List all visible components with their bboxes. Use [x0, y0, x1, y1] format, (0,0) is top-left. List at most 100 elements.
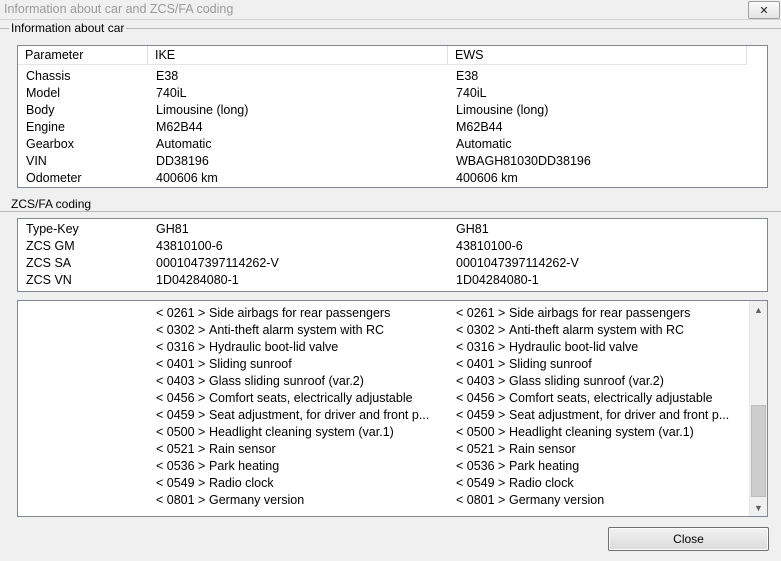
option-item-ews: < 0500 > Headlight cleaning system (var.1…: [456, 424, 694, 441]
zcs-cell: GH81: [156, 222, 189, 236]
option-description: Germany version: [209, 493, 305, 507]
option-item-ike: < 0521 > Rain sensor: [156, 441, 276, 458]
option-description: Sliding sunroof: [209, 357, 292, 371]
option-code: < 0302 >: [456, 323, 506, 337]
option-description: Anti-theft alarm system with RC: [209, 323, 385, 337]
car-info-panel: Parameter IKE EWS Chassis E38 E38 Model 740i…: [17, 45, 768, 188]
option-description: Park heating: [509, 459, 580, 473]
zcs-group-border: [0, 211, 781, 212]
option-description: Glass sliding sunroof (var.2): [209, 374, 364, 388]
zcs-cell: 0001047397114262-V: [456, 256, 579, 270]
option-item-ews: < 0549 > Radio clock: [456, 475, 574, 492]
title-bar: Information about car and ZCS/FA coding …: [0, 0, 781, 20]
option-description: Radio clock: [209, 476, 274, 490]
option-item-ike: < 0401 > Sliding sunroof: [156, 356, 292, 373]
zcs-row: ZCS SA 0001047397114262-V 0001047397114262…: [18, 255, 767, 272]
zcs-row: ZCS GM 43810100-6 43810100-6: [18, 238, 767, 255]
car-row: Odometer 400606 km 400606 km: [18, 170, 767, 187]
header-ike[interactable]: IKE: [148, 46, 448, 64]
car-cell: Chassis: [26, 69, 71, 83]
option-code: < 0536 >: [156, 459, 206, 473]
option-code: < 0459 >: [456, 408, 506, 422]
window-title: Information about car and ZCS/FA coding: [4, 2, 234, 16]
option-code: < 0521 >: [156, 442, 206, 456]
option-item-ews: < 0302 > Anti-theft alarm system with RC: [456, 322, 684, 339]
header-parameter[interactable]: Parameter: [18, 46, 148, 64]
zcs-row: Type-Key GH81 GH81: [18, 221, 767, 238]
option-item-ews: < 0521 > Rain sensor: [456, 441, 576, 458]
zcs-cell: 0001047397114262-V: [156, 256, 279, 270]
zcs-cell: 1D04284080-1: [456, 273, 539, 287]
zcs-cell: GH81: [456, 222, 489, 236]
option-item-ews: < 0401 > Sliding sunroof: [456, 356, 592, 373]
zcs-row: ZCS VN 1D04284080-1 1D04284080-1: [18, 272, 767, 289]
car-cell: Engine: [26, 120, 65, 134]
option-item-ews: < 0456 > Comfort seats, electrically adju…: [456, 390, 713, 407]
car-table-header: Parameter IKE EWS: [18, 46, 747, 65]
option-code: < 0521 >: [456, 442, 506, 456]
zcs-cell: 43810100-6: [456, 239, 523, 253]
close-button[interactable]: Close: [608, 527, 769, 551]
window-close-button[interactable]: ✕: [748, 1, 780, 19]
chevron-down-icon: ▼: [754, 502, 763, 513]
option-description: Germany version: [509, 493, 605, 507]
option-description: Hydraulic boot-lid valve: [209, 340, 339, 354]
car-cell: VIN: [26, 154, 47, 168]
option-description: Seat adjustment, for driver and front p.…: [209, 408, 430, 422]
car-row: Model 740iL 740iL: [18, 85, 767, 102]
option-code: < 0401 >: [456, 357, 506, 371]
option-code: < 0316 >: [156, 340, 206, 354]
car-cell: 400606 km: [456, 171, 518, 185]
option-item-ike: < 0549 > Radio clock: [156, 475, 274, 492]
option-item-ews: < 0536 > Park heating: [456, 458, 579, 475]
option-code: < 0302 >: [156, 323, 206, 337]
zcs-panel: Type-Key GH81 GH81 ZCS GM 43810100-6 43810100…: [17, 218, 768, 292]
option-code: < 0459 >: [156, 408, 206, 422]
option-code: < 0261 >: [456, 306, 506, 320]
zcs-cell: 43810100-6: [156, 239, 223, 253]
car-cell: Automatic: [456, 137, 512, 151]
scroll-up-button[interactable]: ▲: [750, 301, 767, 318]
option-item-ike: < 0403 > Glass sliding sunroof (var.2): [156, 373, 364, 390]
option-code: < 0456 >: [156, 391, 206, 405]
option-description: Anti-theft alarm system with RC: [509, 323, 685, 337]
car-cell: Limousine (long): [156, 103, 249, 117]
option-item-ews: < 0801 > Germany version: [456, 492, 604, 509]
option-description: Glass sliding sunroof (var.2): [509, 374, 664, 388]
scroll-down-button[interactable]: ▼: [750, 499, 767, 516]
car-row: Body Limousine (long) Limousine (long): [18, 102, 767, 119]
option-item-ews: < 0403 > Glass sliding sunroof (var.2): [456, 373, 664, 390]
car-row: Engine M62B44 M62B44: [18, 119, 767, 136]
car-cell: Gearbox: [26, 137, 74, 151]
car-row: Gearbox Automatic Automatic: [18, 136, 767, 153]
option-item-ike: < 0536 > Park heating: [156, 458, 279, 475]
option-code: < 0549 >: [456, 476, 506, 490]
option-description: Radio clock: [509, 476, 574, 490]
option-item-ike: < 0801 > Germany version: [156, 492, 304, 509]
option-description: Comfort seats, electrically adjustable: [209, 391, 413, 405]
zcs-cell: 1D04284080-1: [156, 273, 239, 287]
car-row: Chassis E38 E38: [18, 68, 767, 85]
zcs-cell: Type-Key: [26, 222, 79, 236]
option-code: < 0403 >: [156, 374, 206, 388]
options-scrollbar[interactable]: ▲ ▼: [749, 301, 767, 516]
option-description: Comfort seats, electrically adjustable: [509, 391, 713, 405]
car-row: VIN DD38196 WBAGH81030DD38196: [18, 153, 767, 170]
option-description: Sliding sunroof: [509, 357, 592, 371]
car-cell: Odometer: [26, 171, 82, 185]
option-description: Side airbags for rear passengers: [509, 306, 691, 320]
scroll-thumb[interactable]: [751, 405, 766, 497]
zcs-cell: ZCS SA: [26, 256, 72, 270]
car-cell: M62B44: [156, 120, 203, 134]
car-cell: WBAGH81030DD38196: [456, 154, 591, 168]
option-code: < 0316 >: [456, 340, 506, 354]
option-description: Park heating: [209, 459, 280, 473]
option-code: < 0801 >: [156, 493, 206, 507]
option-code: < 0456 >: [456, 391, 506, 405]
car-cell: 400606 km: [156, 171, 218, 185]
options-list[interactable]: < 0261 > Side airbags for rear passengers…: [17, 300, 768, 517]
car-cell: E38: [456, 69, 479, 83]
header-ews[interactable]: EWS: [448, 46, 747, 64]
zcs-cell: ZCS VN: [26, 273, 72, 287]
zcs-group-label: ZCS/FA coding: [9, 197, 94, 211]
